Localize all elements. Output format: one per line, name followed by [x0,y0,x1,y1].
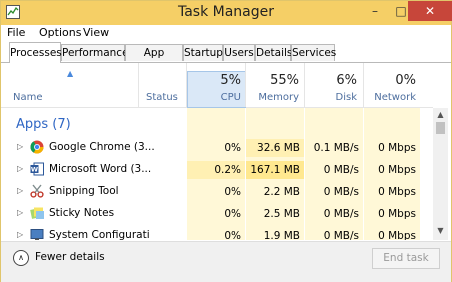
process-network: 0 Mbps [378,230,416,240]
network-total-percent: 0% [395,73,416,88]
chevron-up-circle-icon[interactable]: ∧ [13,250,29,266]
system-config-icon [30,229,44,240]
tab-app-history[interactable]: App history [125,44,183,75]
process-network: 0 Mbps [378,142,416,154]
expand-arrow-icon[interactable]: ▷ [17,230,23,239]
chrome-icon [30,140,44,154]
end-task-button[interactable]: End task [372,248,440,269]
column-network[interactable]: Network [366,92,416,103]
cpu-total-percent: 5% [220,73,241,88]
menu-view[interactable]: View [83,26,109,39]
column-separator[interactable] [138,63,139,107]
process-name: Google Chrome (3... [49,141,155,153]
table-row[interactable]: ▷ Sticky Notes 0% 2.5 MB 0 MB/s 0 Mbps [1,203,433,225]
process-cpu: 0% [224,142,241,154]
close-button[interactable]: ✕ [408,1,452,21]
tab-details[interactable]: Details [255,44,292,61]
expand-arrow-icon[interactable]: ▷ [17,164,23,173]
process-network: 0 Mbps [378,164,416,176]
process-network: 0 Mbps [378,208,416,220]
table-row[interactable]: ▷ W Microsoft Word (3... 0.2% 167.1 MB 0… [1,159,433,181]
column-separator[interactable] [363,63,364,107]
process-cpu: 0.2% [187,161,245,179]
title-bar[interactable]: Task Manager – □ ✕ [1,1,452,25]
column-memory[interactable]: Memory [249,92,299,103]
minimize-button[interactable]: – [362,1,388,21]
process-name: Microsoft Word (3... [49,163,152,175]
column-cpu[interactable]: CPU [191,92,241,103]
process-disk: 0 MB/s [323,186,359,198]
tab-processes[interactable]: Processes [9,42,62,63]
process-cpu: 0% [224,186,241,198]
process-memory: 1.9 MB [263,230,300,240]
process-name: Snipping Tool [49,185,119,197]
disk-total-percent: 6% [336,73,357,88]
sort-ascending-icon: ▲ [67,69,74,78]
expand-arrow-icon[interactable]: ▷ [17,186,23,195]
close-icon: ✕ [424,4,436,18]
process-memory: 2.5 MB [263,208,300,220]
column-separator[interactable] [304,63,305,107]
process-cpu: 0% [224,230,241,240]
process-disk: 0.1 MB/s [313,142,359,154]
process-network: 0 Mbps [378,186,416,198]
expand-arrow-icon[interactable]: ▷ [17,142,23,151]
sticky-notes-icon [30,207,44,219]
expand-arrow-icon[interactable]: ▷ [17,208,23,217]
process-cpu: 0% [224,208,241,220]
column-disk[interactable]: Disk [307,92,357,103]
process-disk: 0 MB/s [323,208,359,220]
process-memory: 167.1 MB [246,161,304,179]
table-row[interactable]: ▷ Snipping Tool 0% 2.2 MB 0 MB/s 0 Mbps [1,181,433,203]
process-name: System Configurati [49,229,150,240]
menu-bar: File Options View [1,25,451,41]
fewer-details-label[interactable]: Fewer details [35,251,105,263]
column-name[interactable]: Name [13,92,43,103]
scroll-up-icon[interactable]: ▲ [433,110,448,119]
scroll-down-icon[interactable]: ▼ [433,226,448,235]
word-icon: W [30,162,44,176]
tab-performance[interactable]: Performance [61,44,129,61]
column-status[interactable]: Status [146,92,178,103]
vertical-scrollbar[interactable]: ▲ ▼ [433,108,448,240]
column-separator[interactable] [186,63,187,107]
tab-strip: Processes Performance App history Startu… [1,42,451,75]
menu-file[interactable]: File [7,26,25,39]
task-manager-window: Task Manager – □ ✕ File Options View Pro… [0,0,452,282]
process-table: Apps (7) ▷ Google Chrome (3... 0% 32.6 M… [1,108,433,240]
menu-options[interactable]: Options [39,26,81,39]
table-row[interactable]: ▷ System Configurati 0% 1.9 MB 0 MB/s 0 … [1,225,433,240]
tab-startup[interactable]: Startup [183,44,223,61]
process-name: Sticky Notes [49,207,115,219]
process-disk: 0 MB/s [323,230,359,240]
column-separator[interactable] [245,63,246,107]
scroll-thumb[interactable] [436,122,445,134]
svg-text:W: W [31,166,38,174]
column-header: ▲ Name Status 5% CPU 55% Memory 6% Disk … [1,63,433,108]
table-row[interactable]: ▷ Google Chrome (3... 0% 32.6 MB 0.1 MB/… [1,137,433,159]
tab-services[interactable]: Services [291,44,336,61]
tab-users[interactable]: Users [223,44,255,61]
process-memory: 2.2 MB [263,186,300,198]
maximize-icon: □ [395,4,407,18]
scissors-icon [30,184,44,198]
minimize-icon: – [372,4,378,18]
memory-total-percent: 55% [270,73,299,88]
process-memory: 32.6 MB [246,139,304,157]
process-disk: 0 MB/s [323,164,359,176]
footer-bar: ∧ Fewer details End task [1,241,451,282]
apps-group-header[interactable]: Apps (7) [16,117,71,132]
